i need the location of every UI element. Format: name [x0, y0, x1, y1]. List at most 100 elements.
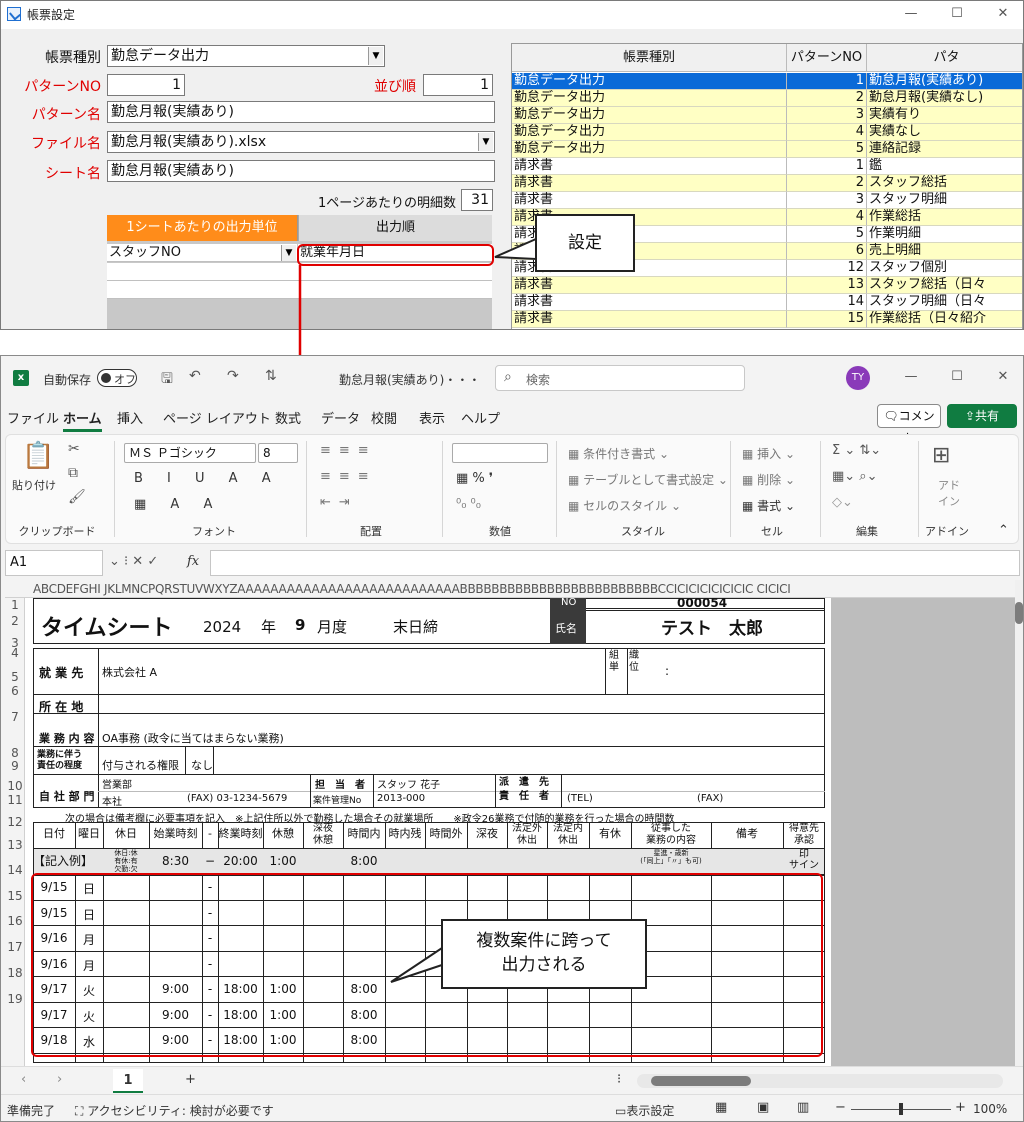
conditional-format-button[interactable]: ▦ 条件付き書式 ⌄: [568, 445, 669, 462]
maximize-icon[interactable]: ☐: [937, 366, 977, 388]
font-size-select[interactable]: 8: [258, 443, 298, 463]
tab-file[interactable]: ファイル: [7, 408, 59, 427]
formula-input[interactable]: [210, 550, 1020, 576]
copy-icon[interactable]: ⧉: [68, 465, 78, 481]
close-icon[interactable]: ✕: [983, 366, 1023, 388]
year: 2024: [203, 618, 242, 636]
row-number[interactable]: 17: [5, 940, 25, 954]
tab-help[interactable]: ヘルプ: [461, 408, 500, 427]
delete-label: 削除: [757, 473, 782, 487]
row-number[interactable]: 11: [5, 793, 25, 807]
tab-data[interactable]: データ: [321, 408, 360, 427]
row-number[interactable]: 2: [5, 614, 25, 628]
avatar[interactable]: TY: [846, 366, 870, 390]
row-number[interactable]: 19: [5, 992, 25, 1006]
vertical-scrollbar[interactable]: [1015, 580, 1023, 1066]
row-number[interactable]: 15: [5, 889, 25, 903]
zoom-slider-thumb[interactable]: [899, 1103, 903, 1115]
column-headers[interactable]: ABCDEFGHI JKLMNCPQRSTUVWXYZAAAAAAAAAAAAA…: [5, 580, 1015, 598]
row-number[interactable]: 18: [5, 966, 25, 980]
horizontal-scroll-thumb[interactable]: [651, 1076, 751, 1086]
paste-icon[interactable]: 📋: [22, 441, 54, 471]
row-number[interactable]: 8: [5, 746, 25, 760]
table-format-button[interactable]: ▦ テーブルとして書式設定 ⌄: [568, 471, 728, 488]
table-header-cell: 時内残: [388, 827, 422, 840]
row-number[interactable]: 10: [5, 779, 25, 793]
row-number[interactable]: 13: [5, 838, 25, 852]
view-settings[interactable]: ▭表示設定: [615, 1102, 674, 1119]
addin-icon[interactable]: ⊞: [932, 443, 950, 468]
name-box[interactable]: A1: [5, 550, 103, 576]
addin-label[interactable]: アド イン: [938, 477, 960, 509]
font-border-fill-buttons[interactable]: ▦ A A: [134, 497, 222, 512]
tab-view[interactable]: 表示: [419, 408, 445, 427]
group-alignment: 配置: [360, 525, 382, 538]
paste-label[interactable]: 貼り付け: [12, 477, 56, 493]
document-title[interactable]: 勤怠月報(実績あり)・・・: [339, 371, 480, 388]
cut-icon[interactable]: ✂: [68, 441, 80, 457]
minimize-icon[interactable]: —: [891, 366, 931, 388]
row-number[interactable]: 1: [5, 598, 25, 612]
format-painter-icon[interactable]: 🖌: [68, 489, 86, 505]
indent-buttons[interactable]: ⇤⇥: [320, 495, 358, 510]
org-unit-value: :: [665, 664, 670, 678]
font-style-buttons[interactable]: B I U A A: [134, 471, 281, 486]
page-break-view-icon[interactable]: ▥: [797, 1100, 809, 1115]
sheet-nav-next-icon[interactable]: ›: [57, 1072, 62, 1087]
add-sheet-icon[interactable]: +: [185, 1072, 196, 1087]
sheet-tab-1[interactable]: 1: [113, 1069, 143, 1093]
align-buttons[interactable]: ≡≡≡: [320, 469, 377, 484]
row-number[interactable]: 12: [5, 815, 25, 829]
clear-button[interactable]: ◇⌄: [832, 495, 853, 510]
row-number[interactable]: 4: [5, 646, 25, 660]
table-header-cell: 得意先 承認: [789, 823, 819, 846]
format-cells-button[interactable]: ▦ 書式 ⌄: [742, 497, 795, 514]
tab-formulas[interactable]: 数式: [275, 408, 301, 427]
table-header-cell: 深夜 休憩: [313, 823, 333, 846]
autosave-toggle[interactable]: オフ: [97, 369, 137, 387]
more-icon[interactable]: ⁝: [617, 1072, 621, 1087]
decimal-buttons[interactable]: ⁰₀ ⁰₀: [456, 497, 481, 512]
row-number[interactable]: 6: [5, 684, 25, 698]
zoom-level[interactable]: 100%: [973, 1102, 1007, 1116]
sort-icon[interactable]: ⇅: [265, 368, 277, 384]
row-number[interactable]: 7: [5, 710, 25, 724]
number-format-select[interactable]: [452, 443, 548, 463]
row-number[interactable]: 16: [5, 914, 25, 928]
tab-page-layout[interactable]: ページ レイアウト: [163, 408, 271, 427]
normal-view-icon[interactable]: ▦: [715, 1100, 727, 1115]
autosum-button[interactable]: Σ ⌄ ⇅⌄: [832, 443, 881, 458]
font-name-select[interactable]: ＭＳ Ｐゴシック: [124, 443, 256, 463]
tab-insert[interactable]: 挿入: [117, 408, 143, 427]
row-number[interactable]: 9: [5, 759, 25, 773]
fx-icon[interactable]: fx: [187, 554, 199, 569]
percent-button[interactable]: ▦ % ❜: [456, 471, 493, 486]
comment-button[interactable]: 🗨コメント: [877, 404, 941, 445]
cell-style-button[interactable]: ▦ セルのスタイル ⌄: [568, 497, 681, 514]
row-number[interactable]: 14: [5, 863, 25, 877]
redo-icon[interactable]: ↷: [227, 368, 239, 384]
delete-cells-button[interactable]: ▦ 削除 ⌄: [742, 471, 795, 488]
case-no: 2013-000: [377, 793, 426, 804]
table-header-cell: 曜日: [78, 827, 100, 840]
fill-find-buttons[interactable]: ▦⌄ ⌕⌄: [832, 469, 877, 484]
page-layout-view-icon[interactable]: ▣: [757, 1100, 769, 1115]
collapse-ribbon-icon[interactable]: ⌃: [998, 523, 1009, 538]
align-top-buttons[interactable]: ≡≡≡: [320, 443, 377, 458]
row-number[interactable]: 5: [5, 670, 25, 684]
dept: 営業部: [102, 780, 132, 791]
tab-review[interactable]: 校閲: [371, 408, 397, 427]
sheet-nav-prev-icon[interactable]: ‹: [21, 1072, 26, 1087]
accessibility-status[interactable]: ⛶ アクセシビリティ: 検討が必要です: [75, 1102, 274, 1119]
insert-cells-button[interactable]: ▦ 挿入 ⌄: [742, 445, 795, 462]
zoom-out-icon[interactable]: −: [835, 1100, 846, 1115]
group-cells: セル: [761, 525, 783, 538]
save-icon[interactable]: 🖫: [161, 368, 173, 392]
undo-icon[interactable]: ↶: [189, 368, 201, 384]
vertical-scroll-thumb[interactable]: [1015, 602, 1023, 624]
name-box-dropdown-icon[interactable]: ⌄ ⁝ ✕ ✓: [109, 554, 158, 569]
search-box[interactable]: ⌕ 検索: [495, 365, 745, 391]
zoom-in-icon[interactable]: +: [955, 1100, 966, 1115]
tab-home[interactable]: ホーム: [63, 408, 102, 432]
share-button[interactable]: ⇪共有: [947, 404, 1017, 428]
